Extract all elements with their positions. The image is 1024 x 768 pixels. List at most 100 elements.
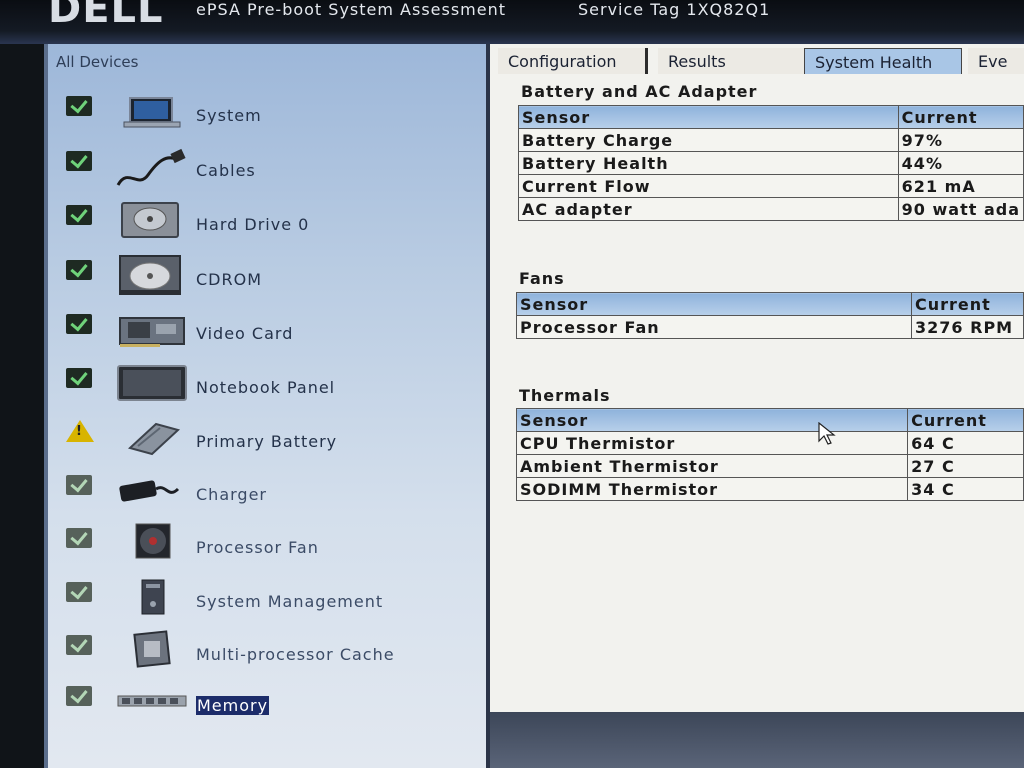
device-label: System xyxy=(196,106,262,125)
battery-table: Sensor Current Battery Charge 97% Batter… xyxy=(518,105,1024,221)
device-label: Multi-processor Cache xyxy=(196,645,395,664)
memory-icon xyxy=(117,695,187,707)
pass-check-icon xyxy=(66,204,92,225)
sensor-name: SODIMM Thermistor xyxy=(515,477,909,501)
sensor-name: CPU Thermistor xyxy=(515,431,909,455)
table-row: Current Flow 621 mA xyxy=(518,174,1024,198)
device-item-video-card[interactable]: Video Card xyxy=(60,308,480,358)
sensor-name: Ambient Thermistor xyxy=(515,454,909,478)
device-list-header[interactable]: All Devices xyxy=(56,53,138,71)
section-thermals-title: Thermals xyxy=(519,386,611,405)
device-label: Hard Drive 0 xyxy=(196,215,310,234)
device-item-cdrom[interactable]: CDROM xyxy=(60,254,480,304)
sensor-name: AC adapter xyxy=(518,197,899,221)
device-item-system-management[interactable]: System Management xyxy=(60,576,480,626)
table-row: Battery Charge 97% xyxy=(518,128,1024,152)
dell-logo: DELL xyxy=(48,0,164,32)
device-item-hard-drive-0[interactable]: Hard Drive 0 xyxy=(60,199,480,249)
pass-check-icon xyxy=(66,527,92,548)
sensor-name: Battery Health xyxy=(518,151,899,175)
charger-icon xyxy=(119,480,180,502)
pass-check-icon xyxy=(66,150,92,171)
table-row: SODIMM Thermistor 34 C xyxy=(515,477,1024,501)
service-tag: Service Tag 1XQ82Q1 xyxy=(578,0,771,19)
hard-drive-icon xyxy=(121,202,179,238)
table-header-row: Sensor Current xyxy=(515,408,1024,432)
column-header: Current xyxy=(907,408,1024,432)
sensor-name: Current Flow xyxy=(518,174,899,198)
device-item-primary-battery[interactable]: ! Primary Battery xyxy=(60,416,480,466)
tab-events[interactable]: Eve xyxy=(968,48,1024,74)
tab-results[interactable]: Results xyxy=(658,48,808,74)
table-row: Ambient Thermistor 27 C xyxy=(515,454,1024,478)
pass-check-icon xyxy=(66,95,92,116)
tab-bar: Configuration Results System Health Eve xyxy=(498,48,1024,78)
device-item-charger[interactable]: Charger xyxy=(60,469,480,519)
sensor-name: Processor Fan xyxy=(515,315,913,339)
device-item-cables[interactable]: Cables xyxy=(60,145,480,195)
mouse-cursor-icon xyxy=(818,422,836,445)
title-bar: DELL ePSA Pre-boot System Assessment Ser… xyxy=(0,0,1024,44)
pass-check-icon xyxy=(66,474,92,495)
fans-table: Sensor Current Processor Fan 3276 RPM xyxy=(515,292,1024,339)
tab-system-health[interactable]: System Health xyxy=(804,48,962,74)
pass-check-icon xyxy=(66,685,92,706)
table-row: Battery Health 44% xyxy=(518,151,1024,175)
device-item-multi-processor-cache[interactable]: Multi-processor Cache xyxy=(60,629,480,679)
pass-check-icon xyxy=(66,581,92,602)
column-header: Current xyxy=(897,105,1024,129)
device-item-notebook-panel[interactable]: Notebook Panel xyxy=(60,362,480,412)
sensor-value: 621 mA xyxy=(897,174,1024,198)
sensor-value: 27 C xyxy=(907,454,1024,478)
device-label: Cables xyxy=(196,161,256,180)
notebook-panel-icon xyxy=(117,365,187,401)
device-label: Video Card xyxy=(196,324,294,343)
device-label: Notebook Panel xyxy=(196,378,336,397)
device-item-processor-fan[interactable]: Processor Fan xyxy=(60,522,480,572)
section-battery-title: Battery and AC Adapter xyxy=(521,82,758,101)
video-card-icon xyxy=(119,317,185,347)
device-label: CDROM xyxy=(196,270,263,289)
column-header: Current xyxy=(911,292,1024,316)
app-title: ePSA Pre-boot System Assessment xyxy=(196,0,507,19)
device-list-panel: All Devices System Cables Hard Drive 0 C… xyxy=(44,44,490,768)
details-panel-footer xyxy=(490,712,1024,768)
device-item-memory[interactable]: Memory xyxy=(60,680,480,730)
battery-icon xyxy=(127,422,181,456)
device-item-system[interactable]: System xyxy=(60,90,480,140)
pass-check-icon xyxy=(66,259,92,280)
cable-icon xyxy=(116,148,186,186)
device-label: System Management xyxy=(196,592,384,611)
pass-check-icon xyxy=(66,367,92,388)
details-panel: Configuration Results System Health Eve … xyxy=(490,44,1024,712)
table-row: AC adapter 90 watt ada xyxy=(518,197,1024,221)
device-label: Processor Fan xyxy=(196,538,319,557)
pass-check-icon xyxy=(66,313,92,334)
cpu-icon xyxy=(133,630,171,668)
sensor-value: 34 C xyxy=(907,477,1024,501)
fan-icon xyxy=(135,523,171,559)
table-row: Processor Fan 3276 RPM xyxy=(515,315,1024,339)
column-header: Sensor xyxy=(518,105,899,129)
column-header: Sensor xyxy=(515,408,909,432)
device-label: Memory xyxy=(196,696,270,715)
thermals-table: Sensor Current CPU Thermistor 64 C Ambie… xyxy=(515,408,1024,501)
sensor-value: 44% xyxy=(897,151,1024,175)
table-header-row: Sensor Current xyxy=(515,292,1024,316)
table-row: CPU Thermistor 64 C xyxy=(515,431,1024,455)
device-label: Charger xyxy=(196,485,267,504)
sensor-value: 64 C xyxy=(907,431,1024,455)
device-label: Primary Battery xyxy=(196,432,338,451)
section-fans-title: Fans xyxy=(519,269,565,288)
column-header: Sensor xyxy=(515,292,913,316)
table-header-row: Sensor Current xyxy=(518,105,1024,129)
cdrom-icon xyxy=(119,255,181,295)
sensor-value: 90 watt ada xyxy=(897,197,1024,221)
sensor-value: 3276 RPM xyxy=(911,315,1024,339)
laptop-icon xyxy=(123,97,181,128)
pass-check-icon xyxy=(66,634,92,655)
tab-configuration[interactable]: Configuration xyxy=(498,48,648,74)
sensor-value: 97% xyxy=(897,128,1024,152)
system-management-icon xyxy=(141,579,165,615)
sensor-name: Battery Charge xyxy=(518,128,899,152)
